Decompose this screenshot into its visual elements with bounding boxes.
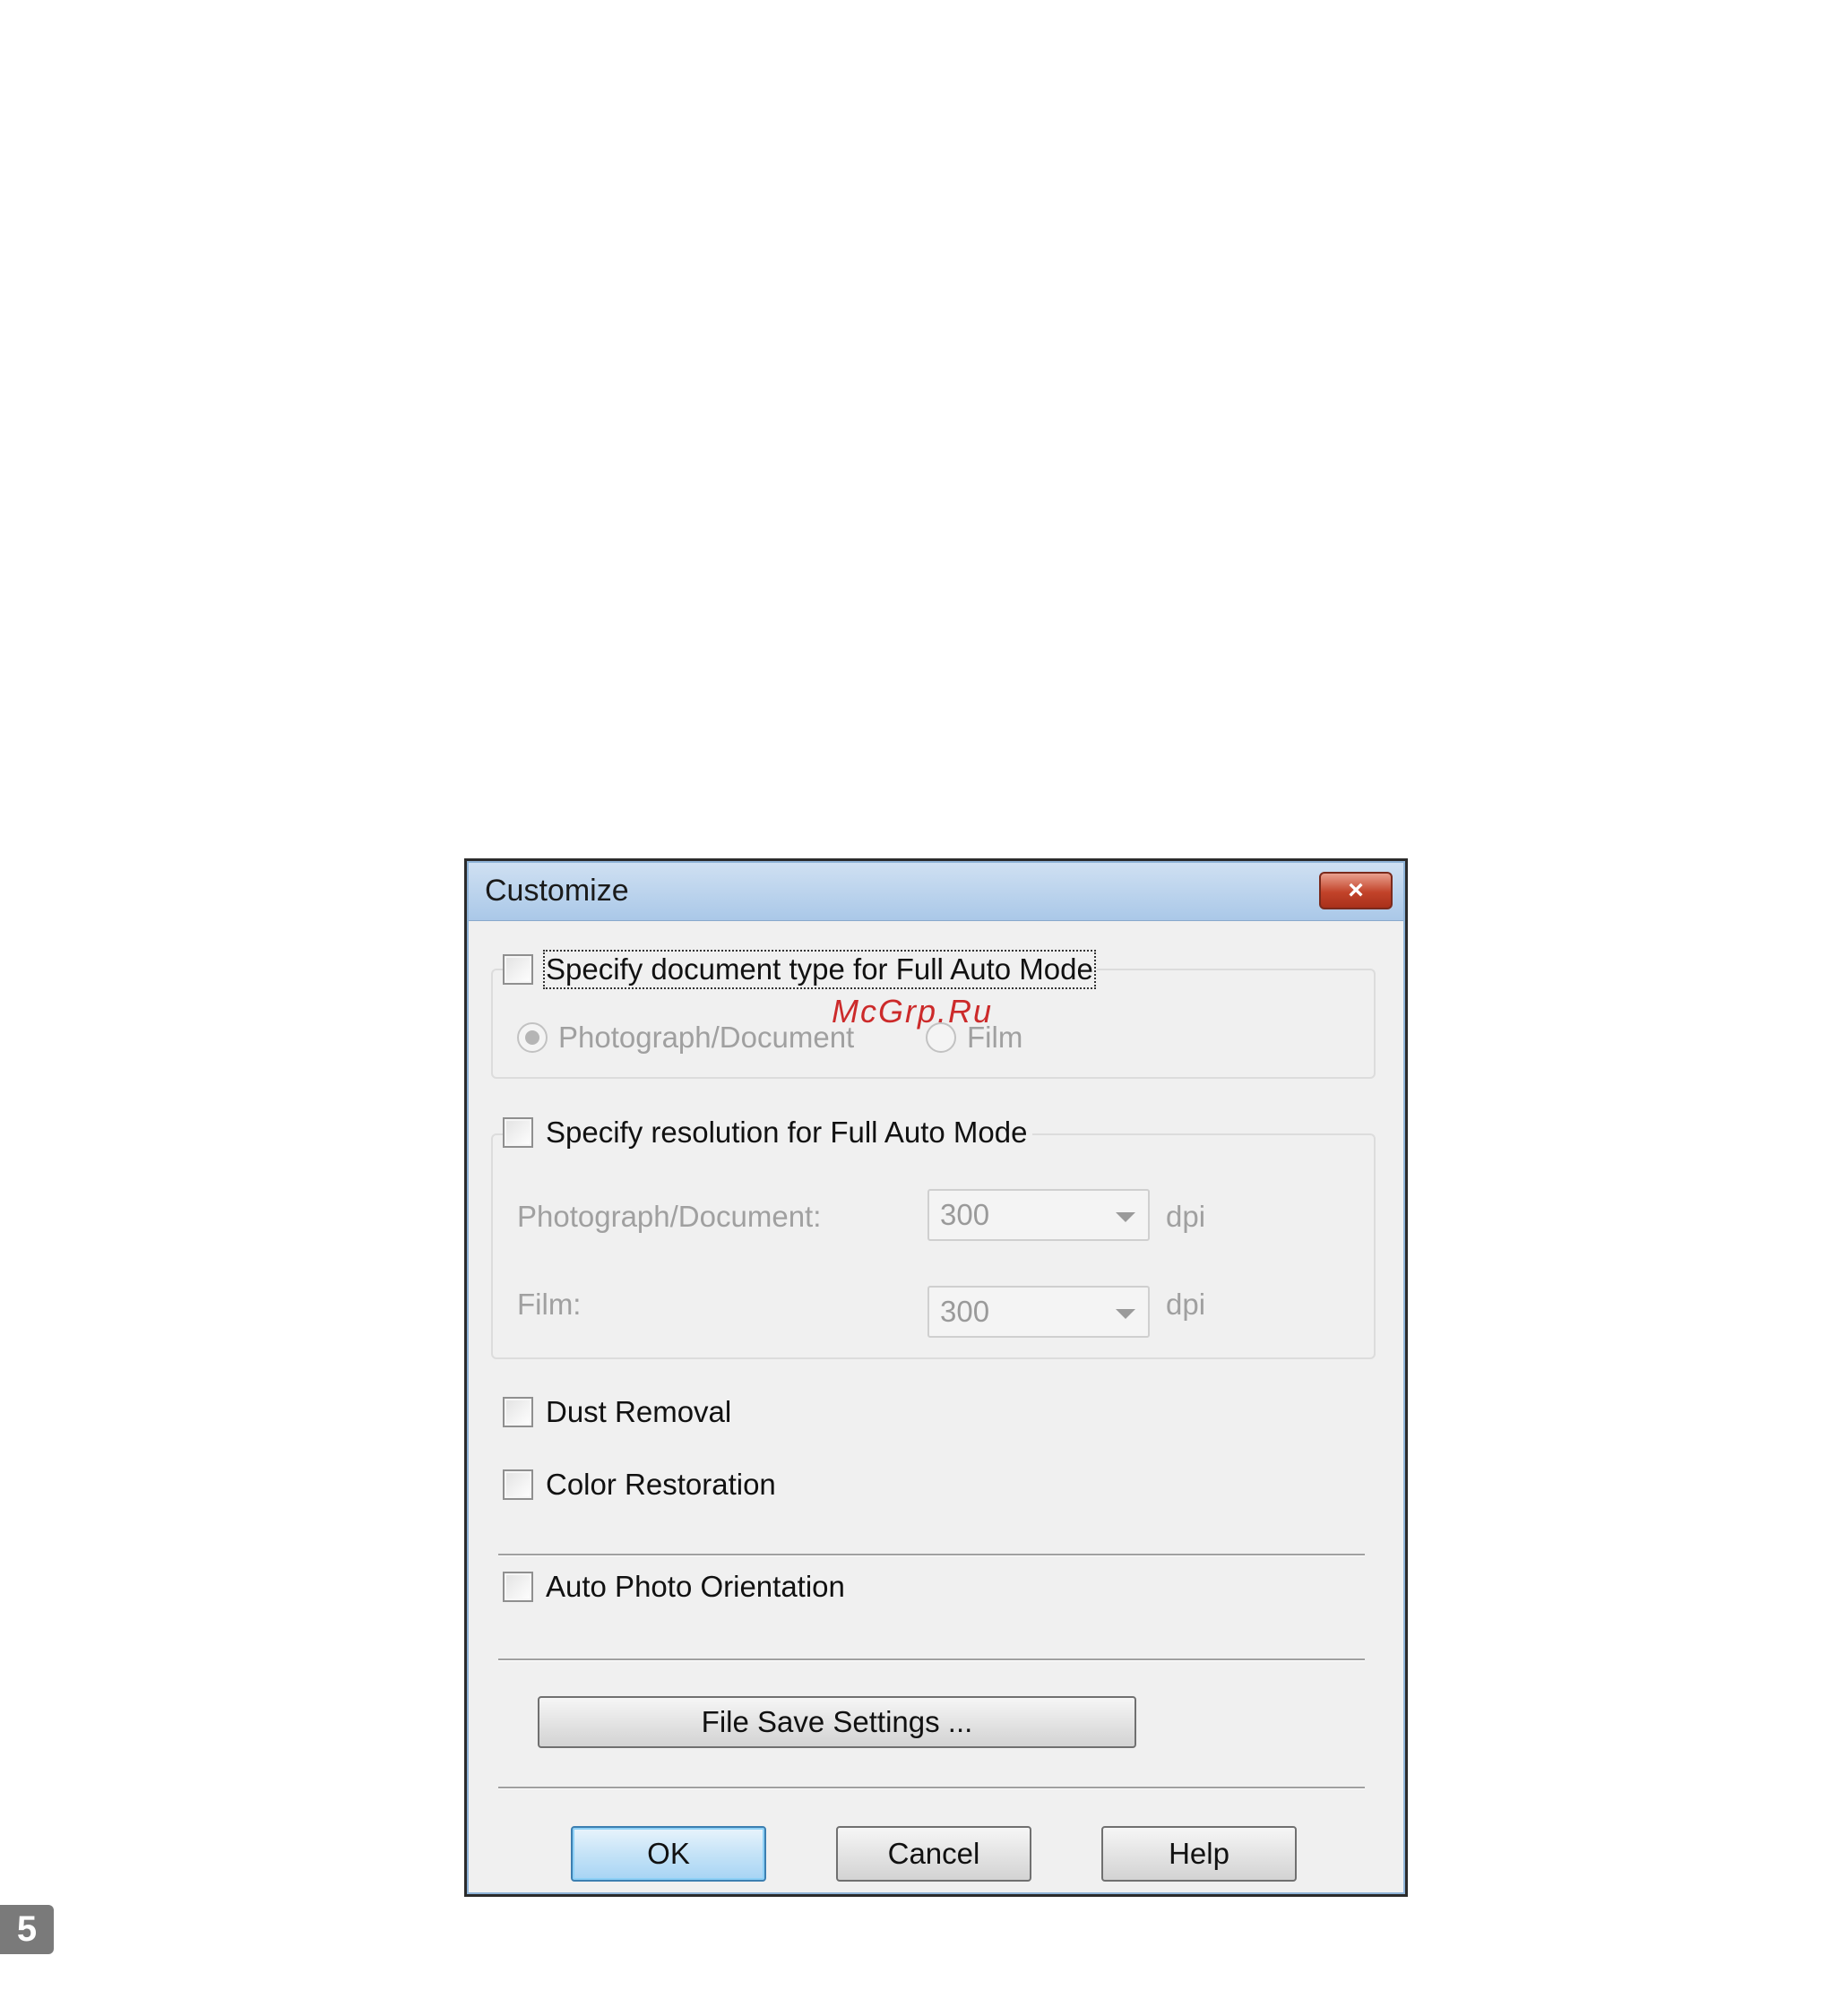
separator (498, 1658, 1365, 1661)
color-restoration-checkbox[interactable]: Color Restoration (503, 1468, 776, 1502)
dialog-title: Customize (485, 874, 629, 908)
checkbox-box[interactable] (503, 1117, 533, 1148)
color-restoration-label: Color Restoration (546, 1468, 776, 1501)
film-resolution-value: 300 (940, 1295, 990, 1328)
page-number: 5 (0, 1905, 54, 1954)
chevron-down-icon[interactable] (1116, 1309, 1135, 1319)
photo-resolution-unit: dpi (1166, 1200, 1206, 1233)
ok-label: OK (647, 1837, 690, 1870)
auto-photo-orientation-label: Auto Photo Orientation (546, 1570, 845, 1603)
specify-doc-type-checkbox[interactable]: Specify document type for Full Auto Mode (503, 950, 1097, 989)
checkbox-box[interactable] (503, 1469, 533, 1500)
radio-photograph-document[interactable]: Photograph/Document (517, 1021, 854, 1055)
separator (498, 1787, 1365, 1789)
radio-circle[interactable] (517, 1022, 548, 1053)
close-icon: × (1348, 875, 1364, 905)
specify-doc-type-label: Specify document type for Full Auto Mode (543, 950, 1096, 989)
checkbox-box[interactable] (503, 954, 533, 985)
cancel-button[interactable]: Cancel (836, 1826, 1031, 1882)
file-save-settings-button[interactable]: File Save Settings ... (538, 1696, 1136, 1748)
help-label: Help (1169, 1837, 1229, 1870)
radio-selected-dot (525, 1030, 539, 1045)
film-resolution-select[interactable]: 300 (927, 1286, 1150, 1338)
checkbox-box[interactable] (503, 1397, 533, 1427)
photo-resolution-label: Photograph/Document: (517, 1200, 822, 1233)
page-number-label: 5 (16, 1909, 38, 1949)
radio-photograph-document-label: Photograph/Document (558, 1021, 855, 1054)
film-resolution-label: Film: (517, 1288, 582, 1321)
close-button[interactable]: × (1319, 872, 1393, 909)
cancel-label: Cancel (887, 1837, 980, 1870)
chevron-down-icon[interactable] (1116, 1212, 1135, 1222)
photo-resolution-select[interactable]: 300 (927, 1189, 1150, 1241)
watermark-text: McGrp.Ru (832, 993, 994, 1030)
ok-button[interactable]: OK (571, 1826, 766, 1882)
dust-removal-checkbox[interactable]: Dust Removal (503, 1395, 731, 1429)
specify-resolution-checkbox[interactable]: Specify resolution for Full Auto Mode (503, 1116, 1033, 1150)
help-button[interactable]: Help (1101, 1826, 1297, 1882)
film-resolution-unit: dpi (1166, 1288, 1206, 1321)
file-save-settings-label: File Save Settings ... (701, 1705, 973, 1738)
dust-removal-label: Dust Removal (546, 1395, 732, 1428)
title-bar[interactable]: Customize × (469, 863, 1403, 921)
specify-resolution-label: Specify resolution for Full Auto Mode (546, 1116, 1028, 1149)
auto-photo-orientation-checkbox[interactable]: Auto Photo Orientation (503, 1570, 845, 1604)
dialog-content: Specify document type for Full Auto Mode… (467, 922, 1405, 1894)
separator (498, 1554, 1365, 1556)
photo-resolution-value: 300 (940, 1198, 990, 1231)
checkbox-box[interactable] (503, 1572, 533, 1602)
